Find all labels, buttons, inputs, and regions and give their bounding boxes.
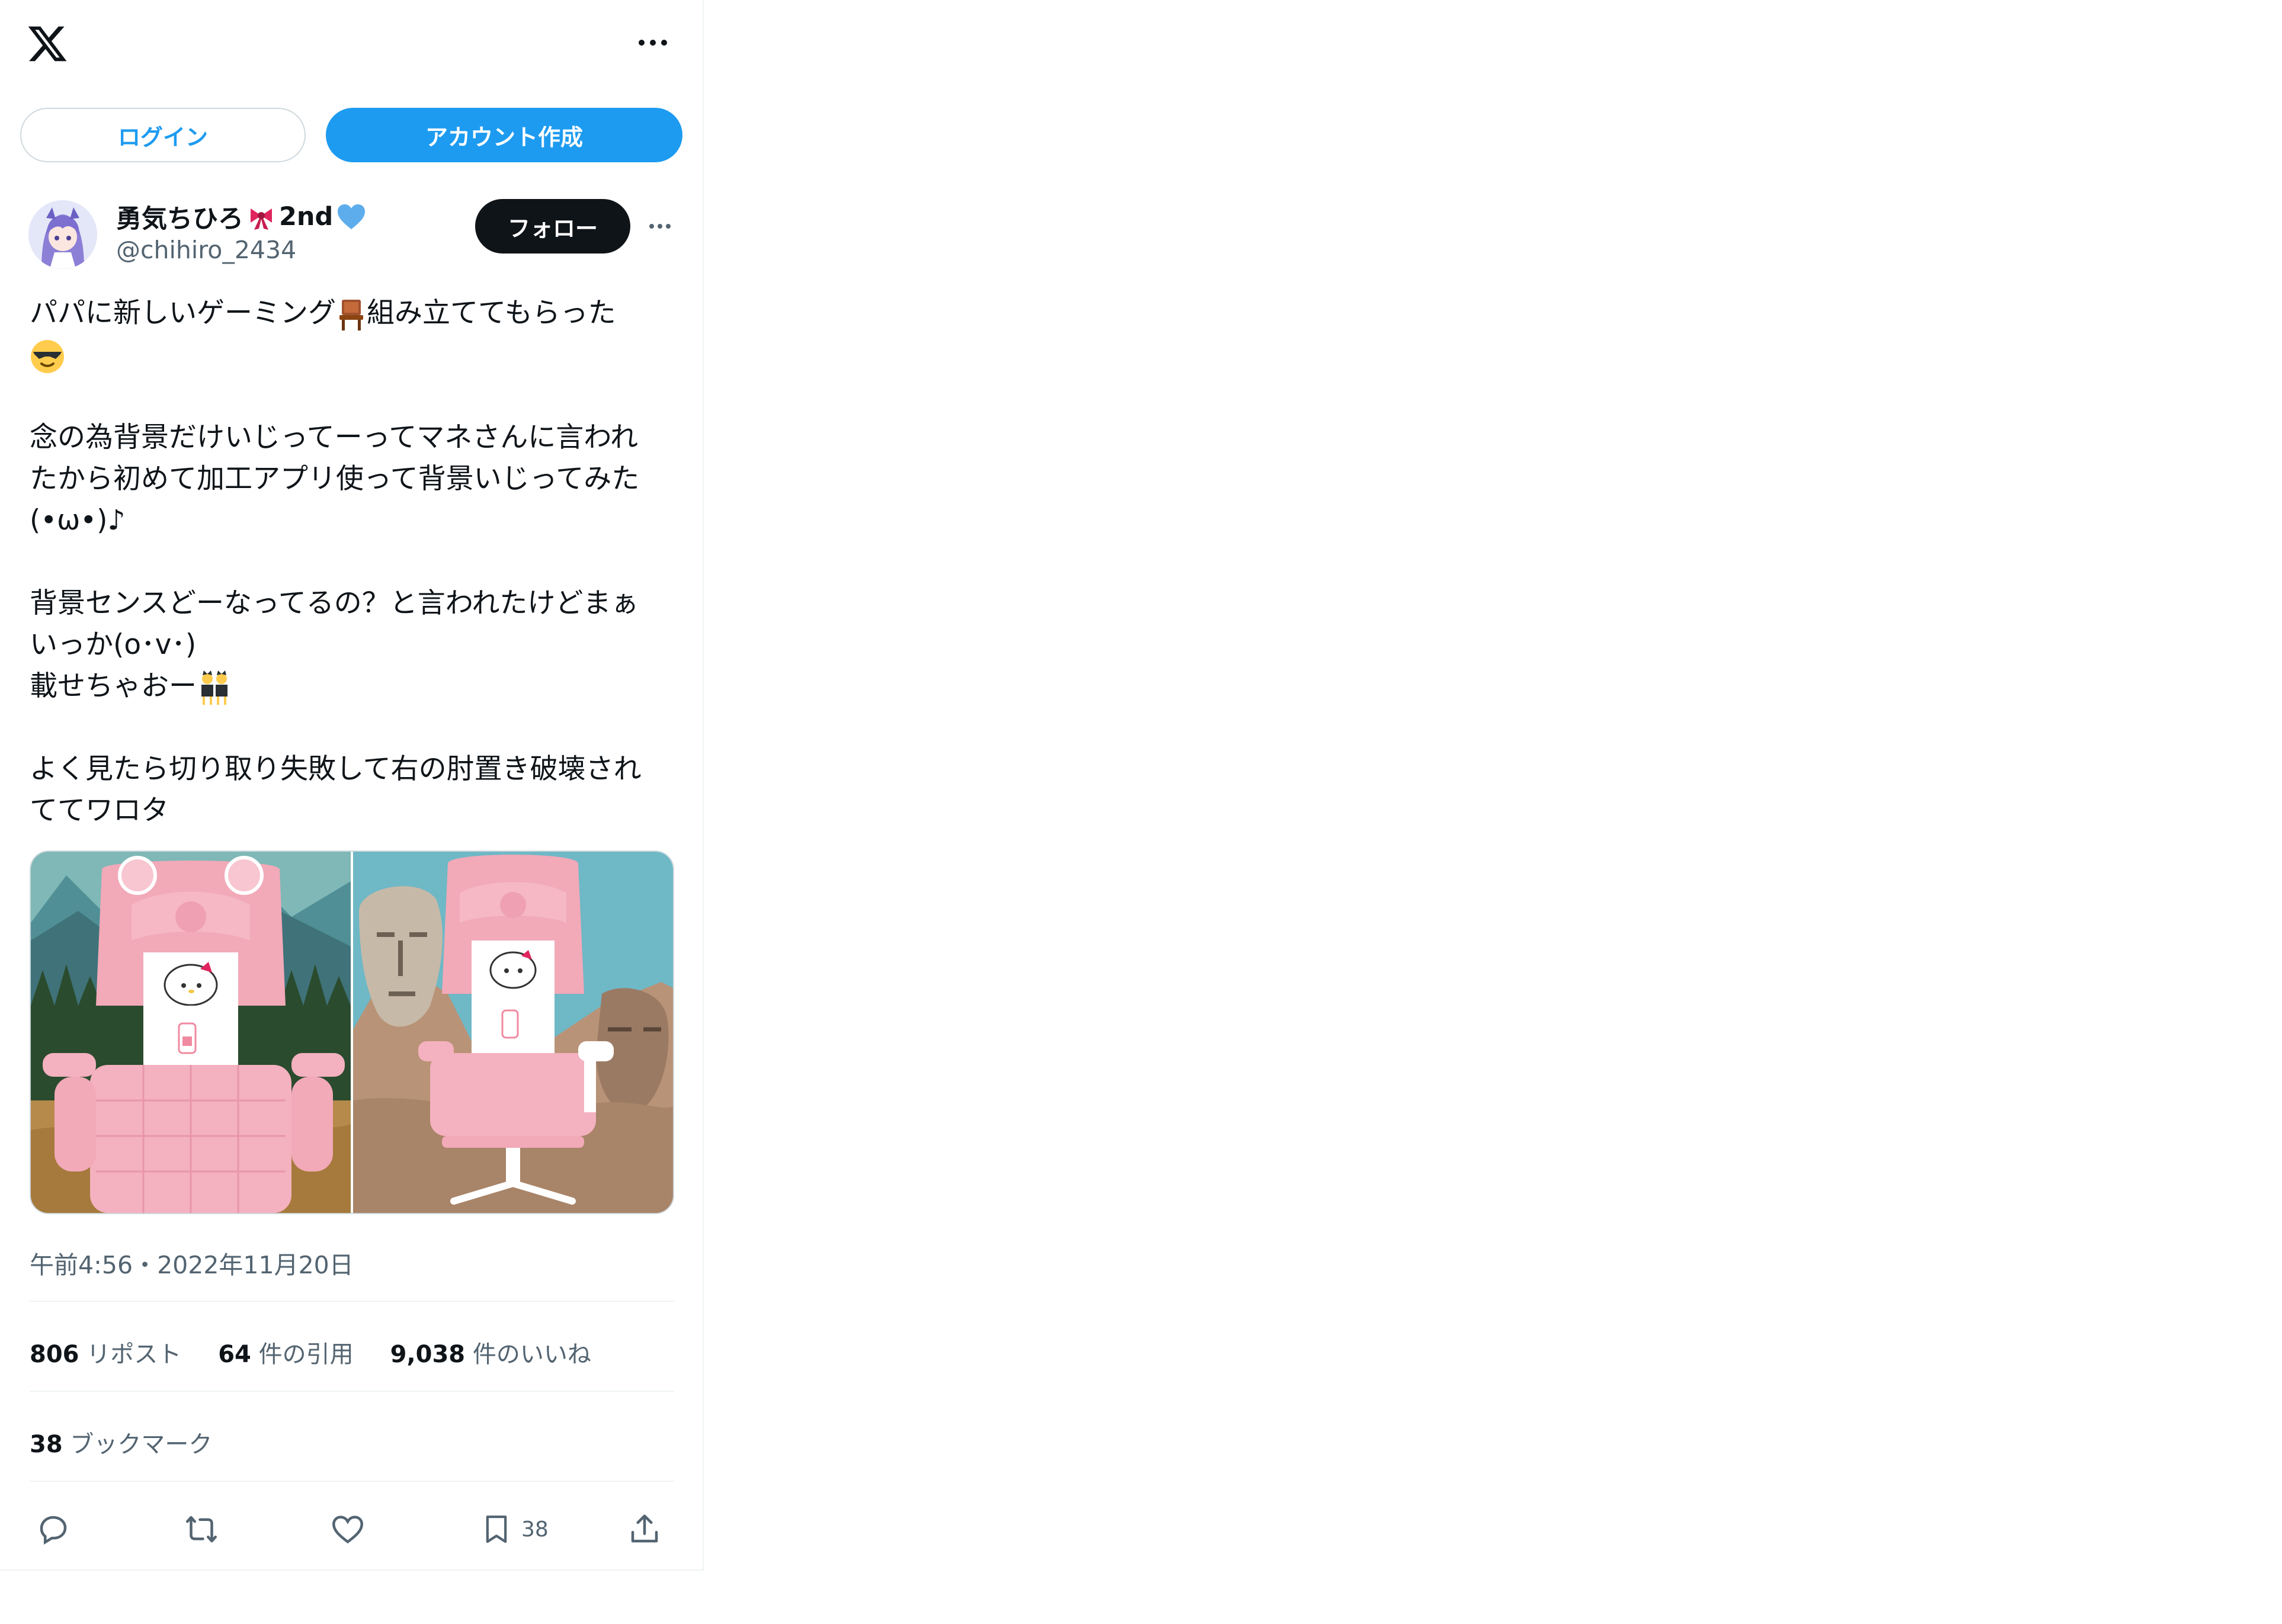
more-icon[interactable] xyxy=(634,31,672,54)
bookmark-count: 38 xyxy=(521,1517,549,1542)
tweet-line: よく見たら切り取り失敗して右の肘置き破壊され xyxy=(30,753,642,785)
repost-icon xyxy=(186,1516,217,1543)
bookmark-icon xyxy=(486,1515,507,1543)
sunglasses-emoji-icon xyxy=(31,339,64,373)
engagement-stats: 806 リポスト 64 件の引用 9,038 件のいいね xyxy=(30,1335,591,1369)
display-name-text[interactable]: 勇気ちひろ xyxy=(116,198,243,235)
tweet-line: パパに新しいゲーミング 組み立ててもらった xyxy=(30,293,681,334)
repost-button[interactable] xyxy=(182,1506,220,1553)
top-bar xyxy=(0,0,703,89)
likes-stat[interactable]: 9,038 件のいいね xyxy=(390,1335,591,1369)
tweet-line: (⁠•ω•)⁠♪ xyxy=(30,504,126,537)
dancers-emoji-icon xyxy=(201,670,227,705)
tweet-line xyxy=(30,334,681,375)
signup-button[interactable]: アカウント作成 xyxy=(326,108,682,162)
chair-emoji-icon xyxy=(339,299,363,330)
share-icon xyxy=(631,1514,658,1543)
tweet-line: ててワロタ xyxy=(30,794,169,827)
reply-button[interactable] xyxy=(36,1506,71,1553)
divider xyxy=(30,1301,674,1302)
follow-button[interactable]: フォロー xyxy=(475,199,630,253)
divider xyxy=(30,1391,674,1392)
action-bar: 38 xyxy=(30,1506,674,1553)
display-name[interactable]: 勇気ちひろ 2nd xyxy=(116,199,366,235)
post-timestamp[interactable]: 午前4:56・2022年11月20日 xyxy=(30,1245,354,1280)
like-button[interactable] xyxy=(329,1506,366,1553)
tweet-line: 載せちゃおー xyxy=(30,666,681,707)
media-image-forest-chair[interactable] xyxy=(31,852,351,1213)
ribbon-emoji-icon xyxy=(251,208,272,230)
reposts-stat[interactable]: 806 リポスト xyxy=(30,1335,181,1369)
blue-heart-emoji-icon xyxy=(338,204,366,229)
divider xyxy=(30,1481,674,1482)
x-logo-icon[interactable] xyxy=(26,23,69,65)
post-more-icon[interactable] xyxy=(646,216,674,237)
display-name-suffix[interactable]: 2nd xyxy=(279,202,333,232)
bookmarks-stat: 38 ブックマーク xyxy=(30,1431,213,1458)
avatar[interactable] xyxy=(28,200,97,269)
reply-icon xyxy=(40,1516,67,1545)
login-button[interactable]: ログイン xyxy=(20,108,306,162)
tweet-line: 念の為背景だけいじってーってマネさんに言われ xyxy=(30,421,638,454)
user-handle[interactable]: @chihiro_2434 xyxy=(116,236,296,264)
post-column: ログイン アカウント作成 勇気ちひろ 2nd @chihiro_2434 フォロ… xyxy=(0,0,704,1571)
heart-icon xyxy=(332,1516,364,1544)
bookmark-button[interactable]: 38 xyxy=(480,1506,549,1553)
tweet-text: パパに新しいゲーミング 組み立ててもらった 念の為背景だけいじってーってマネさんに… xyxy=(30,293,681,832)
tweet-line: いっか(o･v･) xyxy=(30,628,197,661)
quotes-stat[interactable]: 64 件の引用 xyxy=(218,1335,353,1369)
share-button[interactable] xyxy=(627,1506,662,1553)
post-media[interactable] xyxy=(30,850,674,1214)
tweet-line: 背景センスどーなってるの？と言われたけどまぁ xyxy=(30,587,639,620)
page: ログイン アカウント作成 勇気ちひろ 2nd @chihiro_2434 フォロ… xyxy=(0,0,2282,1624)
media-image-rushmore-chair[interactable] xyxy=(353,852,673,1213)
tweet-line: たから初めて加工アプリ使って背景いじってみた xyxy=(30,463,640,495)
